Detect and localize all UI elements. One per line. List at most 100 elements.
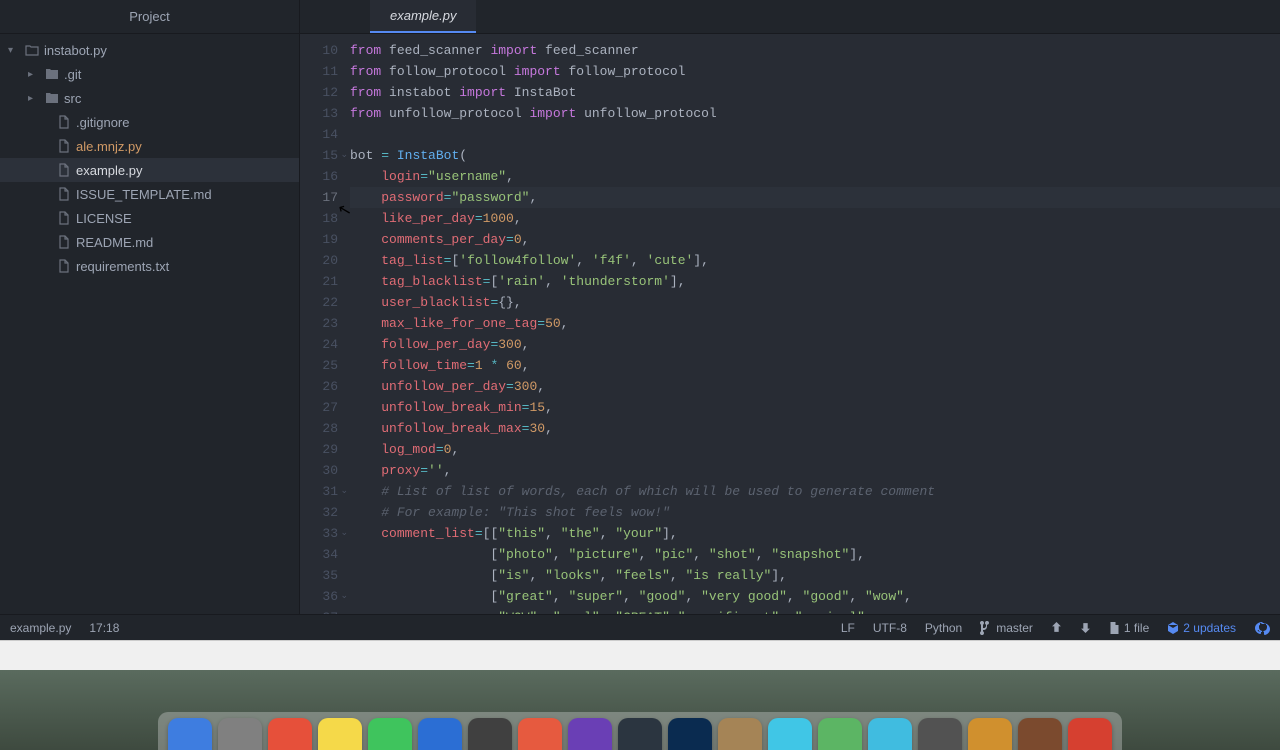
- line-number[interactable]: 17: [300, 187, 338, 208]
- code-line[interactable]: comment_list=[["this", "the", "your"],: [350, 523, 1280, 544]
- line-number[interactable]: 27: [300, 397, 338, 418]
- fold-icon[interactable]: ⌄: [340, 586, 348, 607]
- line-number[interactable]: 12: [300, 82, 338, 103]
- line-number[interactable]: 26: [300, 376, 338, 397]
- code-line[interactable]: from unfollow_protocol import unfollow_p…: [350, 103, 1280, 124]
- dock-app-9[interactable]: [618, 718, 662, 750]
- code-editor[interactable]: 101112131415⌄161718192021222324252627282…: [300, 34, 1280, 614]
- code-line[interactable]: ["is", "looks", "feels", "is really"],: [350, 565, 1280, 586]
- code-content[interactable]: from feed_scanner import feed_scannerfro…: [350, 40, 1280, 614]
- line-number[interactable]: 11: [300, 61, 338, 82]
- tree-item-example-py[interactable]: example.py: [0, 158, 299, 182]
- line-number[interactable]: 19: [300, 229, 338, 250]
- line-gutter[interactable]: 101112131415⌄161718192021222324252627282…: [300, 40, 350, 614]
- dock-app-14[interactable]: [868, 718, 912, 750]
- code-line[interactable]: "WOW", "cool", "GREAT","magnificent", "m…: [350, 607, 1280, 614]
- line-number[interactable]: 31⌄: [300, 481, 338, 502]
- status-cursor-position[interactable]: 17:18: [89, 621, 119, 635]
- dock-app-3[interactable]: [318, 718, 362, 750]
- dock-app-5[interactable]: [418, 718, 462, 750]
- code-line[interactable]: max_like_for_one_tag=50,: [350, 313, 1280, 334]
- dock-app-2[interactable]: [268, 718, 312, 750]
- code-line[interactable]: ["great", "super", "good", "very good", …: [350, 586, 1280, 607]
- line-number[interactable]: 35: [300, 565, 338, 586]
- line-number[interactable]: 28: [300, 418, 338, 439]
- status-line-ending[interactable]: LF: [841, 621, 855, 635]
- line-number[interactable]: 14: [300, 124, 338, 145]
- chevron-icon[interactable]: ▸: [28, 69, 40, 80]
- tree-item-requirements-txt[interactable]: requirements.txt: [0, 254, 299, 278]
- line-number[interactable]: 16: [300, 166, 338, 187]
- status-encoding[interactable]: UTF-8: [873, 621, 907, 635]
- tab-bar[interactable]: example.py: [300, 0, 1280, 34]
- code-line[interactable]: # List of list of words, each of which w…: [350, 481, 1280, 502]
- line-number[interactable]: 36⌄: [300, 586, 338, 607]
- code-line[interactable]: unfollow_per_day=300,: [350, 376, 1280, 397]
- code-line[interactable]: from instabot import InstaBot: [350, 82, 1280, 103]
- code-line[interactable]: log_mod=0,: [350, 439, 1280, 460]
- tree-item-src[interactable]: ▸src: [0, 86, 299, 110]
- dock-app-8[interactable]: [568, 718, 612, 750]
- code-line[interactable]: [350, 124, 1280, 145]
- line-number[interactable]: 13: [300, 103, 338, 124]
- line-number[interactable]: 24: [300, 334, 338, 355]
- code-line[interactable]: like_per_day=1000,: [350, 208, 1280, 229]
- code-line[interactable]: password="password",: [350, 187, 1280, 208]
- fold-icon[interactable]: ⌄: [340, 481, 348, 502]
- code-line[interactable]: follow_time=1 * 60,: [350, 355, 1280, 376]
- dock-app-18[interactable]: [1068, 718, 1112, 750]
- dock-app-13[interactable]: [818, 718, 862, 750]
- code-line[interactable]: # For example: "This shot feels wow!": [350, 502, 1280, 523]
- dock-app-10[interactable]: [668, 718, 712, 750]
- line-number[interactable]: 23: [300, 313, 338, 334]
- status-github[interactable]: [1254, 621, 1270, 635]
- code-line[interactable]: from feed_scanner import feed_scanner: [350, 40, 1280, 61]
- line-number[interactable]: 29: [300, 439, 338, 460]
- tree-item--gitignore[interactable]: .gitignore: [0, 110, 299, 134]
- tree-item-readme-md[interactable]: README.md: [0, 230, 299, 254]
- dock-app-11[interactable]: [718, 718, 762, 750]
- status-files-changed[interactable]: 1 file: [1109, 621, 1149, 635]
- code-line[interactable]: tag_blacklist=['rain', 'thunderstorm'],: [350, 271, 1280, 292]
- tree-item-license[interactable]: LICENSE: [0, 206, 299, 230]
- tree-item-issue-template-md[interactable]: ISSUE_TEMPLATE.md: [0, 182, 299, 206]
- dock-app-4[interactable]: [368, 718, 412, 750]
- line-number[interactable]: 34: [300, 544, 338, 565]
- line-number[interactable]: 20: [300, 250, 338, 271]
- code-line[interactable]: unfollow_break_max=30,: [350, 418, 1280, 439]
- line-number[interactable]: 30: [300, 460, 338, 481]
- status-updates[interactable]: 2 updates: [1167, 621, 1236, 635]
- line-number[interactable]: 32: [300, 502, 338, 523]
- code-line[interactable]: comments_per_day=0,: [350, 229, 1280, 250]
- fold-icon[interactable]: ⌄: [340, 145, 348, 166]
- dock-app-7[interactable]: [518, 718, 562, 750]
- dock-app-6[interactable]: [468, 718, 512, 750]
- code-line[interactable]: login="username",: [350, 166, 1280, 187]
- fold-icon[interactable]: ⌄: [340, 523, 348, 544]
- line-number[interactable]: 21: [300, 271, 338, 292]
- tree-item-instabot-py[interactable]: ▾instabot.py: [0, 38, 299, 62]
- line-number[interactable]: 37: [300, 607, 338, 614]
- line-number[interactable]: 18: [300, 208, 338, 229]
- status-git-branch[interactable]: master: [980, 621, 1033, 635]
- line-number[interactable]: 15⌄: [300, 145, 338, 166]
- dock-app-17[interactable]: [1018, 718, 1062, 750]
- code-line[interactable]: follow_per_day=300,: [350, 334, 1280, 355]
- dock-app-1[interactable]: [218, 718, 262, 750]
- code-line[interactable]: unfollow_break_min=15,: [350, 397, 1280, 418]
- dock-app-0[interactable]: [168, 718, 212, 750]
- code-line[interactable]: proxy='',: [350, 460, 1280, 481]
- dock-app-12[interactable]: [768, 718, 812, 750]
- tree-item-ale-mnjz-py[interactable]: ale.mnjz.py: [0, 134, 299, 158]
- status-git-push[interactable]: [1051, 622, 1062, 633]
- code-line[interactable]: user_blacklist={},: [350, 292, 1280, 313]
- code-line[interactable]: tag_list=['follow4follow', 'f4f', 'cute'…: [350, 250, 1280, 271]
- line-number[interactable]: 25: [300, 355, 338, 376]
- chevron-icon[interactable]: ▸: [28, 93, 40, 104]
- file-tree[interactable]: ▾instabot.py▸.git▸src.gitignoreale.mnjz.…: [0, 34, 299, 614]
- line-number[interactable]: 22: [300, 292, 338, 313]
- tab-example-py[interactable]: example.py: [370, 0, 476, 33]
- code-line[interactable]: bot = InstaBot(: [350, 145, 1280, 166]
- status-git-pull[interactable]: [1080, 622, 1091, 633]
- dock-app-16[interactable]: [968, 718, 1012, 750]
